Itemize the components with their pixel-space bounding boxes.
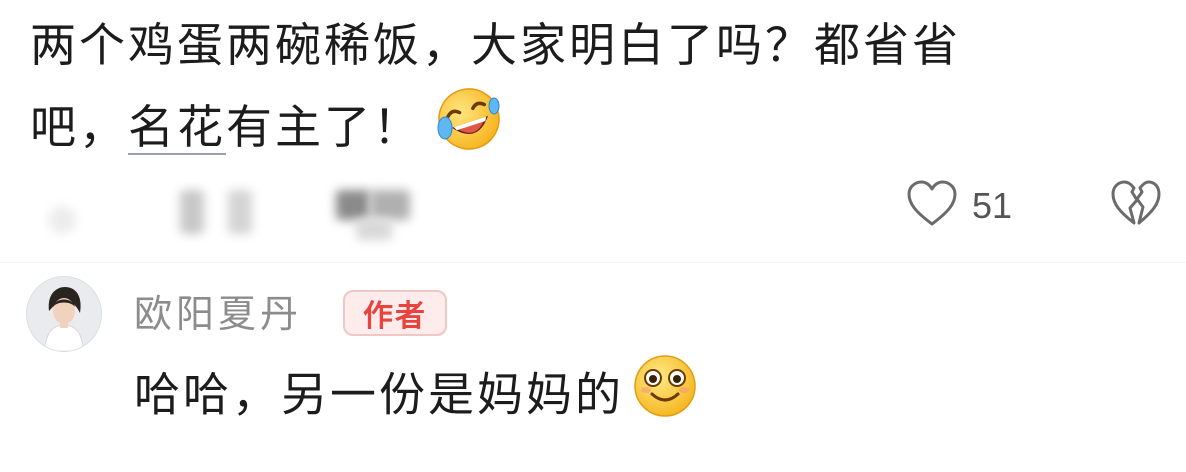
reply-text-content: 哈哈，另一份是妈妈的 bbox=[134, 367, 624, 422]
dislike-button[interactable] bbox=[1108, 178, 1164, 234]
redacted-block bbox=[356, 218, 392, 240]
comment-line-2-prefix: 吧， bbox=[30, 100, 128, 154]
redacted-block bbox=[180, 190, 204, 234]
divider bbox=[0, 262, 1186, 263]
reply-text: 哈哈，另一份是妈妈的 bbox=[134, 350, 700, 446]
smiling-face-emoji-icon bbox=[630, 350, 700, 446]
like-count: 51 bbox=[972, 185, 1013, 226]
heart-outline-icon bbox=[906, 180, 958, 232]
author-name[interactable]: 欧阳夏丹 bbox=[134, 286, 302, 342]
broken-heart-icon bbox=[1110, 180, 1162, 232]
comment-text: 两个鸡蛋两碗稀饭，大家明白了吗？都省省 吧，名花有主了！ bbox=[30, 6, 1110, 177]
author-badge: 作者 bbox=[343, 290, 447, 336]
highlighted-keyword-link[interactable]: 名花 bbox=[128, 100, 226, 154]
redacted-block bbox=[370, 190, 410, 220]
comment-line-1: 两个鸡蛋两碗稀饭，大家明白了吗？都省省 bbox=[30, 18, 961, 72]
like-button[interactable]: 51 bbox=[906, 178, 1012, 234]
author-avatar[interactable] bbox=[26, 276, 102, 352]
comment-line-2: 吧，名花有主了！ bbox=[30, 84, 1110, 177]
redacted-block bbox=[336, 190, 370, 220]
comment-item: 两个鸡蛋两碗稀饭，大家明白了吗？都省省 吧，名花有主了！ 51 bbox=[0, 0, 1186, 270]
laughing-tears-emoji-icon bbox=[434, 84, 504, 177]
comment-line-2-suffix: 有主了！ bbox=[226, 100, 422, 154]
redacted-actions bbox=[40, 186, 440, 242]
redacted-block bbox=[48, 206, 76, 234]
redacted-block bbox=[228, 190, 252, 234]
